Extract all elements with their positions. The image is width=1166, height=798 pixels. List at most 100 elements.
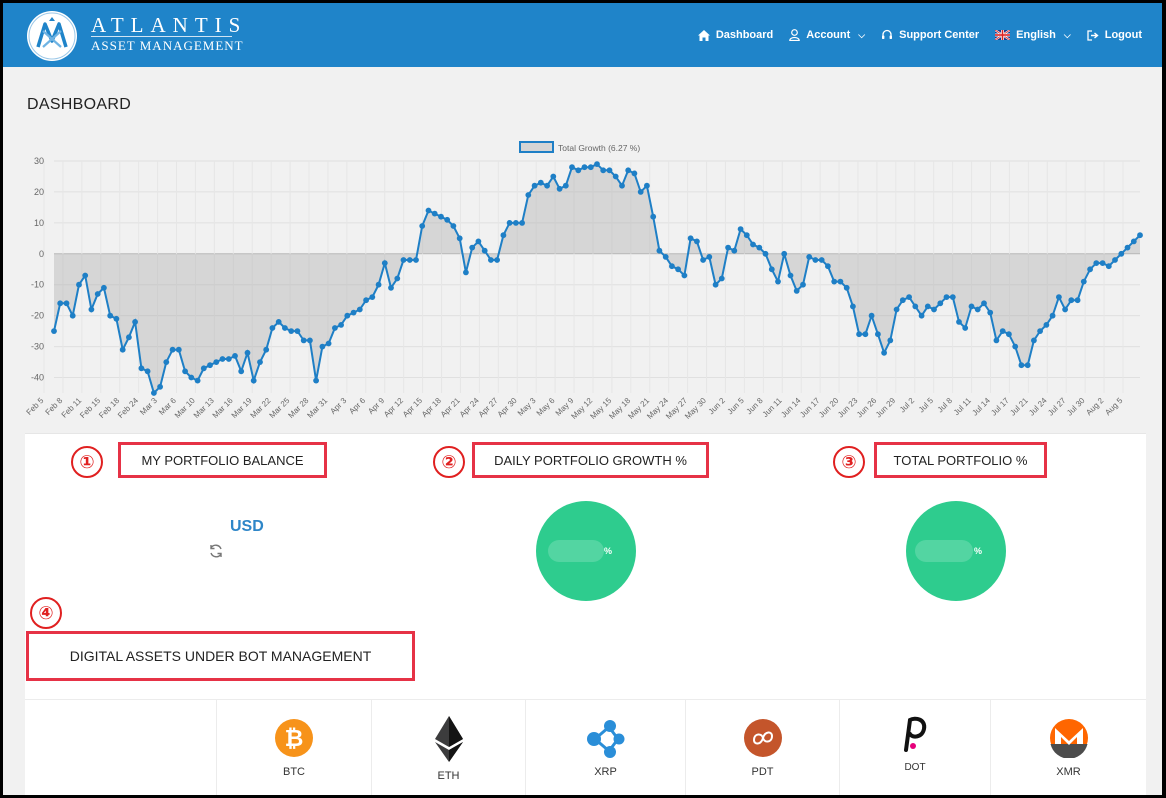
data-point[interactable]	[319, 343, 326, 350]
data-point[interactable]	[937, 300, 944, 307]
data-point[interactable]	[225, 356, 232, 362]
data-point[interactable]	[363, 297, 369, 304]
data-point[interactable]	[431, 210, 438, 217]
data-point[interactable]	[132, 319, 139, 325]
data-point[interactable]	[1031, 337, 1037, 344]
data-point[interactable]	[856, 331, 862, 338]
data-point[interactable]	[194, 377, 201, 384]
data-point[interactable]	[631, 170, 638, 177]
data-point[interactable]	[288, 328, 295, 334]
data-point[interactable]	[918, 312, 925, 319]
data-point[interactable]	[687, 235, 694, 242]
data-point[interactable]	[456, 235, 463, 242]
data-point[interactable]	[793, 288, 800, 294]
data-point[interactable]	[57, 300, 64, 307]
data-point[interactable]	[600, 167, 607, 174]
data-point[interactable]	[207, 362, 213, 369]
data-point[interactable]	[843, 284, 850, 291]
data-point[interactable]	[800, 281, 806, 288]
data-point[interactable]	[606, 167, 613, 174]
data-point[interactable]	[232, 353, 238, 359]
data-point[interactable]	[731, 247, 738, 254]
data-point[interactable]	[500, 232, 507, 239]
data-point[interactable]	[962, 325, 969, 331]
data-point[interactable]	[375, 281, 382, 288]
data-point[interactable]	[1137, 232, 1143, 239]
data-point[interactable]	[999, 328, 1006, 334]
data-point[interactable]	[781, 250, 788, 257]
data-point[interactable]	[369, 294, 376, 300]
data-point[interactable]	[1012, 343, 1019, 350]
data-point[interactable]	[1105, 263, 1112, 270]
data-point[interactable]	[556, 185, 563, 192]
data-point[interactable]	[188, 374, 195, 381]
data-point[interactable]	[1112, 257, 1118, 263]
data-point[interactable]	[263, 346, 270, 353]
data-point[interactable]	[694, 238, 700, 245]
data-point[interactable]	[381, 260, 388, 266]
data-point[interactable]	[906, 294, 912, 300]
data-point[interactable]	[893, 306, 900, 313]
data-point[interactable]	[169, 346, 176, 353]
data-point[interactable]	[550, 173, 557, 180]
data-point[interactable]	[113, 315, 120, 322]
data-point[interactable]	[625, 167, 632, 174]
nav-language[interactable]: English ⌵	[995, 29, 1071, 41]
data-point[interactable]	[344, 312, 351, 319]
data-point[interactable]	[244, 349, 251, 356]
nav-dashboard[interactable]: Dashboard	[697, 29, 773, 41]
data-point[interactable]	[494, 257, 500, 263]
data-point[interactable]	[506, 220, 513, 226]
data-point[interactable]	[1018, 362, 1025, 369]
atlantis-logo-icon[interactable]	[27, 11, 77, 61]
data-point[interactable]	[762, 250, 769, 257]
data-point[interactable]	[438, 213, 444, 220]
data-point[interactable]	[519, 220, 525, 226]
data-point[interactable]	[718, 275, 725, 282]
data-point[interactable]	[1062, 306, 1068, 313]
data-point[interactable]	[294, 328, 301, 334]
data-point[interactable]	[338, 322, 344, 328]
data-point[interactable]	[138, 365, 145, 372]
data-point[interactable]	[1068, 297, 1075, 304]
data-point[interactable]	[157, 383, 164, 390]
data-point[interactable]	[768, 266, 775, 273]
data-point[interactable]	[94, 291, 101, 297]
data-point[interactable]	[513, 220, 519, 226]
data-point[interactable]	[1006, 331, 1012, 338]
nav-support-center[interactable]: Support Center	[881, 29, 979, 41]
data-point[interactable]	[332, 325, 338, 331]
data-point[interactable]	[924, 303, 931, 310]
data-point[interactable]	[875, 331, 881, 338]
data-point[interactable]	[469, 244, 476, 251]
data-point[interactable]	[981, 300, 987, 307]
data-point[interactable]	[612, 173, 619, 180]
data-point[interactable]	[594, 161, 600, 167]
data-point[interactable]	[257, 359, 263, 365]
data-point[interactable]	[200, 365, 207, 372]
data-point[interactable]	[119, 346, 126, 353]
data-point[interactable]	[637, 189, 644, 195]
data-point[interactable]	[818, 257, 825, 263]
data-point[interactable]	[968, 303, 975, 310]
data-point[interactable]	[356, 306, 363, 313]
data-point[interactable]	[406, 257, 413, 263]
data-point[interactable]	[956, 319, 962, 325]
data-point[interactable]	[481, 247, 488, 254]
data-point[interactable]	[1080, 278, 1087, 285]
data-point[interactable]	[899, 297, 906, 304]
data-point[interactable]	[413, 257, 419, 263]
data-point[interactable]	[825, 263, 831, 270]
data-point[interactable]	[993, 337, 1000, 344]
data-point[interactable]	[1087, 266, 1093, 273]
data-point[interactable]	[531, 182, 538, 189]
data-point[interactable]	[82, 272, 89, 279]
data-point[interactable]	[912, 303, 919, 310]
data-point[interactable]	[307, 337, 313, 344]
data-point[interactable]	[163, 359, 170, 365]
data-point[interactable]	[725, 244, 731, 251]
data-point[interactable]	[662, 254, 669, 260]
data-point[interactable]	[750, 241, 756, 248]
asset-pdt[interactable]: PDT	[686, 700, 840, 795]
data-point[interactable]	[831, 278, 838, 285]
